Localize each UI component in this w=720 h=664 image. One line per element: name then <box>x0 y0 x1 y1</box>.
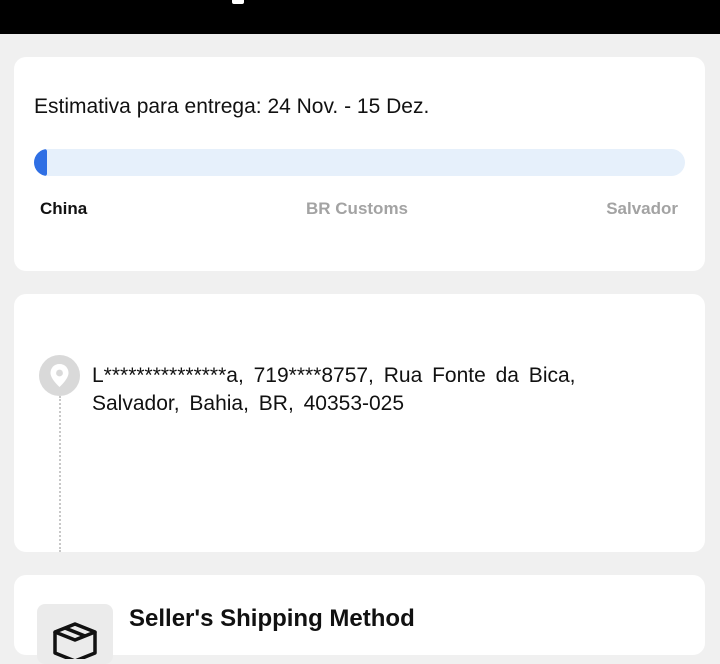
stage-br-customs: BR Customs <box>306 199 409 218</box>
shipping-method-card[interactable]: Seller's Shipping Method <box>14 575 705 664</box>
package-box-icon <box>37 604 113 664</box>
address-timeline-line <box>59 396 61 552</box>
delivery-progress-fill <box>34 149 48 176</box>
delivery-progress-bar <box>34 149 685 176</box>
delivery-estimate-text: Estimativa para entrega: 24 Nov. - 15 De… <box>34 95 430 118</box>
top-bar <box>0 0 720 34</box>
shipping-address-text: L***************a, 719****8757, Rua Font… <box>92 364 576 415</box>
delivery-estimate-card: Estimativa para entrega: 24 Nov. - 15 De… <box>14 57 705 271</box>
stage-salvador: Salvador <box>606 199 678 218</box>
shipping-method-title: Seller's Shipping Method <box>129 605 415 632</box>
stage-china: China <box>40 199 88 218</box>
location-pin-icon <box>39 355 80 396</box>
shipping-address-card[interactable]: L***************a, 719****8757, Rua Font… <box>14 294 705 552</box>
page-title-fragment <box>232 0 244 4</box>
